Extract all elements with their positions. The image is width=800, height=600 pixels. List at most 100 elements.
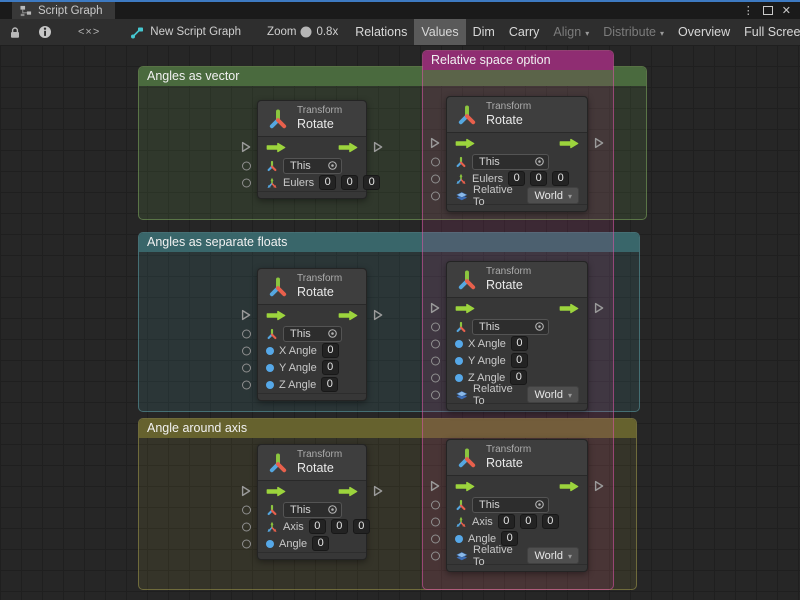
node-rotate-eulers-relative[interactable]: Transform Rotate This xyxy=(446,96,588,212)
edit-code-button[interactable]: <×> xyxy=(60,19,118,45)
flow-output-port[interactable] xyxy=(594,137,604,149)
dropdown-arrow-icon: ▾ xyxy=(568,391,572,400)
flow-input-port[interactable] xyxy=(241,141,251,153)
axis-x-input[interactable]: 0 xyxy=(498,514,515,529)
flow-input-port[interactable] xyxy=(241,485,251,497)
relative-to-dropdown[interactable]: World ▾ xyxy=(527,547,579,564)
flow-input-port[interactable] xyxy=(430,137,440,149)
graph-canvas[interactable]: Angles as vector Angles as separate floa… xyxy=(0,45,800,600)
eulers-z-input[interactable]: 0 xyxy=(363,175,380,190)
this-input-port[interactable] xyxy=(431,157,440,166)
eulers-x-input[interactable]: 0 xyxy=(319,175,336,190)
tab-script-graph[interactable]: Script Graph xyxy=(12,2,115,19)
angle-input[interactable]: 0 xyxy=(312,536,329,551)
this-object-field[interactable]: This xyxy=(283,502,342,518)
angle-input-port[interactable] xyxy=(431,534,440,543)
node-rotate-axis-angle-relative[interactable]: Transform Rotate This xyxy=(446,439,588,572)
close-icon[interactable]: ✕ xyxy=(782,4,791,17)
eulers-y-input[interactable]: 0 xyxy=(530,171,547,186)
flow-out-arrow-icon xyxy=(337,310,359,321)
node-rotate-axis-angle[interactable]: Transform Rotate This xyxy=(257,444,367,560)
flow-output-port[interactable] xyxy=(594,302,604,314)
new-script-graph-breadcrumb[interactable]: New Script Graph xyxy=(118,26,251,39)
node-type-label: Transform xyxy=(486,444,531,456)
relative-to-dropdown[interactable]: World ▾ xyxy=(527,187,579,204)
node-type-label: Transform xyxy=(486,266,531,278)
flow-output-port[interactable] xyxy=(594,480,604,492)
flow-out-arrow-icon xyxy=(558,481,580,492)
this-input-port[interactable] xyxy=(242,505,251,514)
axis-y-input[interactable]: 0 xyxy=(331,519,348,534)
zoom-value: 0.8x xyxy=(316,26,338,38)
axis-y-input[interactable]: 0 xyxy=(520,514,537,529)
port-label: Axis xyxy=(283,521,304,533)
relative-to-input-port[interactable] xyxy=(431,390,440,399)
flow-output-port[interactable] xyxy=(373,485,383,497)
eulers-z-input[interactable]: 0 xyxy=(552,171,569,186)
full-screen-button[interactable]: Full Screen xyxy=(737,19,800,45)
this-object-field[interactable]: This xyxy=(472,319,549,335)
carry-button[interactable]: Carry xyxy=(502,19,547,45)
tab-title: Script Graph xyxy=(38,5,103,17)
axis-x-input[interactable]: 0 xyxy=(309,519,326,534)
node-rotate-xyz[interactable]: Transform Rotate This xyxy=(257,268,367,401)
flow-input-port[interactable] xyxy=(430,480,440,492)
axis-z-input[interactable]: 0 xyxy=(353,519,370,534)
flow-in-arrow-icon xyxy=(454,138,476,149)
node-type-label: Transform xyxy=(297,449,342,461)
float-type-icon xyxy=(455,340,463,348)
y-angle-input-port[interactable] xyxy=(431,356,440,365)
z-angle-input-port[interactable] xyxy=(431,373,440,382)
this-input-port[interactable] xyxy=(431,322,440,331)
dim-button[interactable]: Dim xyxy=(466,19,502,45)
eulers-input-port[interactable] xyxy=(242,178,251,187)
group-header[interactable]: Relative space option xyxy=(423,51,613,70)
x-angle-input[interactable]: 0 xyxy=(322,343,339,358)
zoom-slider-thumb[interactable] xyxy=(301,27,312,38)
transform-gizmo-icon xyxy=(267,452,289,474)
info-button[interactable] xyxy=(30,19,60,45)
flow-row xyxy=(447,298,587,318)
x-angle-input-port[interactable] xyxy=(242,346,251,355)
this-input-port[interactable] xyxy=(242,329,251,338)
this-input-port[interactable] xyxy=(242,161,251,170)
z-angle-input-port[interactable] xyxy=(242,380,251,389)
eulers-input-port[interactable] xyxy=(431,174,440,183)
y-angle-input-port[interactable] xyxy=(242,363,251,372)
axis-z-input[interactable]: 0 xyxy=(542,514,559,529)
values-button[interactable]: Values xyxy=(414,19,465,45)
flow-input-port[interactable] xyxy=(430,302,440,314)
window-menu-icon[interactable]: ⋮ xyxy=(743,4,754,17)
node-header: Transform Rotate xyxy=(258,445,366,481)
x-angle-input-port[interactable] xyxy=(431,339,440,348)
this-object-field[interactable]: This xyxy=(472,497,549,513)
this-object-field[interactable]: This xyxy=(283,326,342,342)
overview-button[interactable]: Overview xyxy=(671,19,737,45)
dropdown-arrow-icon: ▾ xyxy=(568,192,572,201)
relative-to-dropdown[interactable]: World ▾ xyxy=(527,386,579,403)
flow-input-port[interactable] xyxy=(241,309,251,321)
node-rotate-xyz-relative[interactable]: Transform Rotate This xyxy=(446,261,588,411)
relative-to-input-port[interactable] xyxy=(431,191,440,200)
axis-input-port[interactable] xyxy=(431,517,440,526)
this-object-field[interactable]: This xyxy=(283,158,342,174)
axis-input-port[interactable] xyxy=(242,522,251,531)
lock-button[interactable] xyxy=(0,19,30,45)
angle-input-port[interactable] xyxy=(242,539,251,548)
z-angle-input[interactable]: 0 xyxy=(321,377,338,392)
eulers-y-input[interactable]: 0 xyxy=(341,175,358,190)
x-angle-input[interactable]: 0 xyxy=(511,336,528,351)
maximize-icon[interactable] xyxy=(763,6,773,15)
relations-button[interactable]: Relations xyxy=(348,19,414,45)
this-object-field[interactable]: This xyxy=(472,154,549,170)
flow-output-port[interactable] xyxy=(373,309,383,321)
y-angle-input[interactable]: 0 xyxy=(322,360,339,375)
this-input-port[interactable] xyxy=(431,500,440,509)
relative-to-input-port[interactable] xyxy=(431,551,440,560)
node-rotate-eulers[interactable]: Transform Rotate This xyxy=(257,100,367,199)
flow-output-port[interactable] xyxy=(373,141,383,153)
distribute-button[interactable]: Distribute ▾ xyxy=(596,19,671,45)
align-button[interactable]: Align ▾ xyxy=(546,19,596,45)
flow-row xyxy=(258,481,366,501)
y-angle-input[interactable]: 0 xyxy=(511,353,528,368)
